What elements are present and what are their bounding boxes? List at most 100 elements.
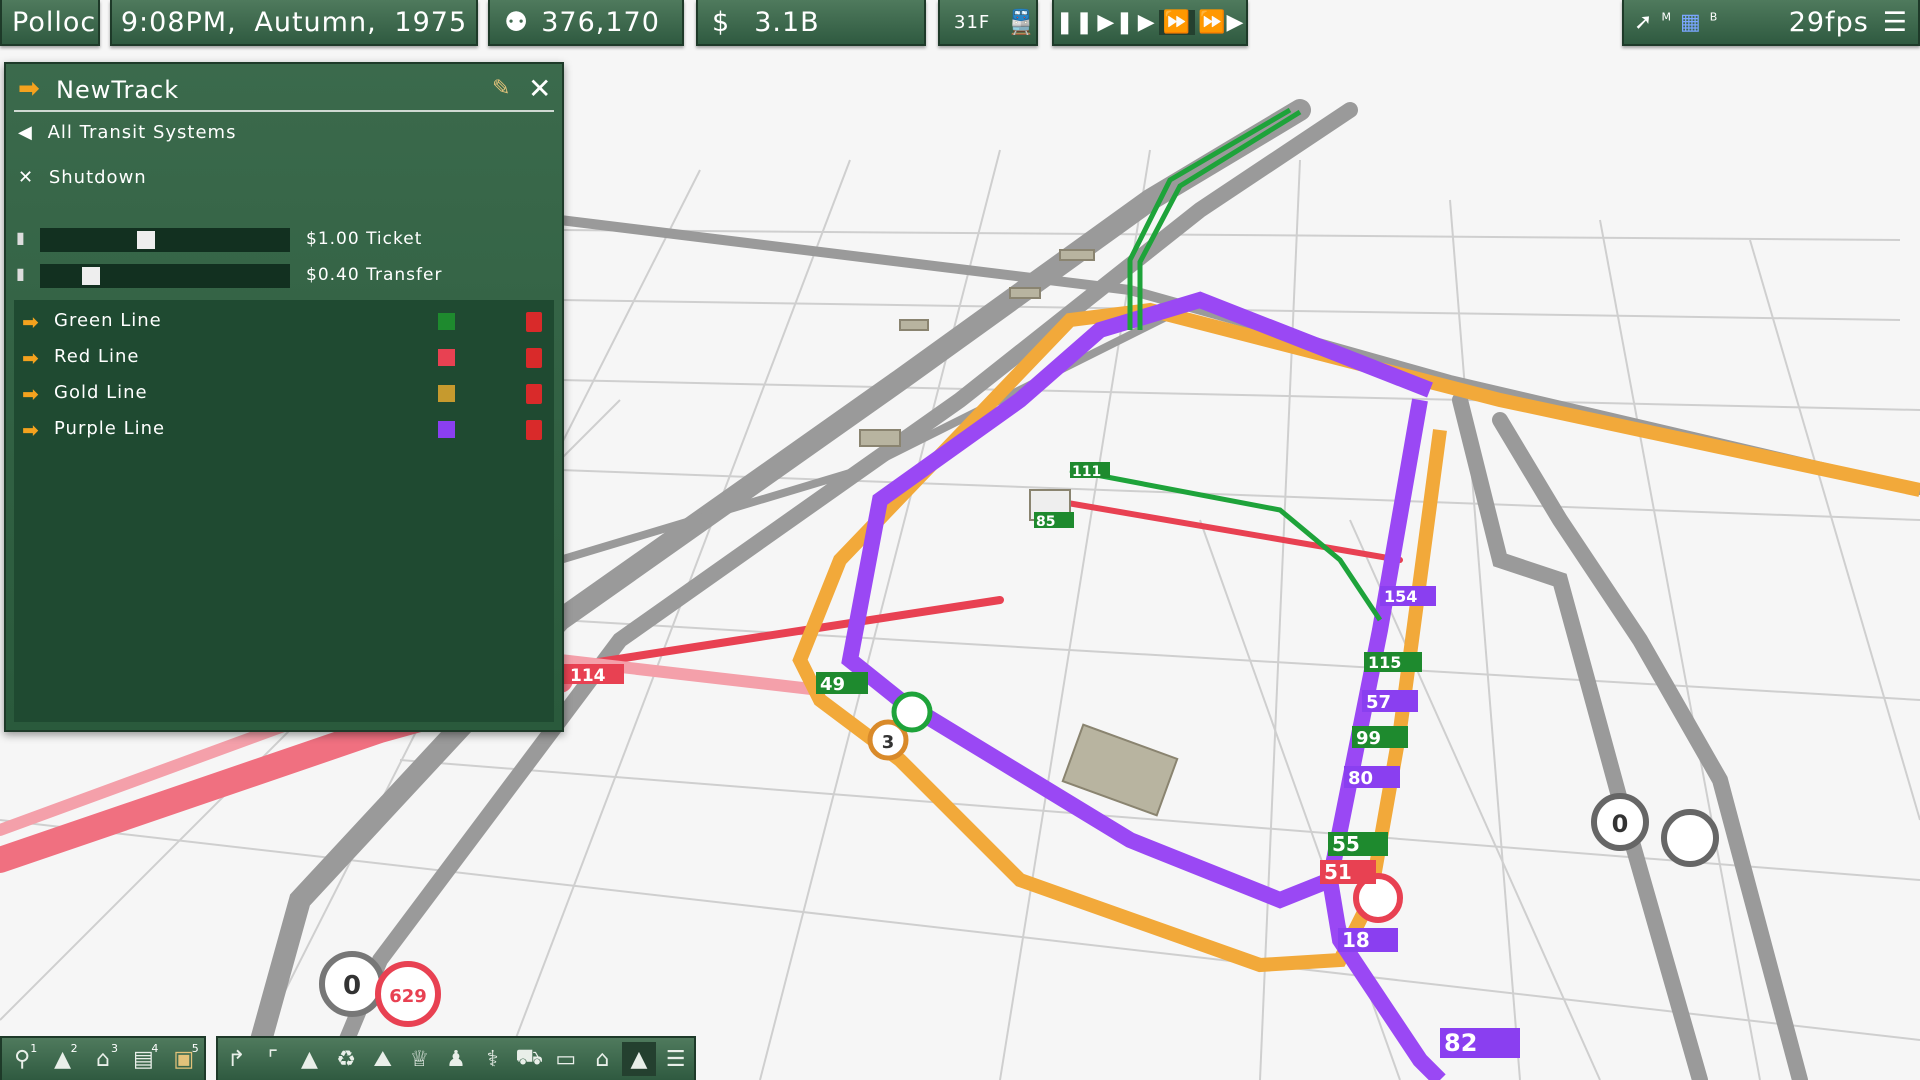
delete-line-icon[interactable]: [526, 420, 542, 440]
pin-icon: ➚: [1634, 9, 1654, 35]
delete-line-icon[interactable]: [526, 384, 542, 404]
svg-text:115: 115: [1368, 653, 1401, 672]
panel-header: ➡ NewTrack ✎ ✕: [14, 72, 554, 112]
road-build-icon[interactable]: ↱: [219, 1042, 253, 1076]
fps-counter: 29fps: [1788, 6, 1869, 38]
svg-text:55: 55: [1332, 832, 1360, 856]
transfer-price-slider[interactable]: [40, 264, 290, 288]
hotkey-2: 2: [70, 1042, 78, 1055]
svg-text:629: 629: [389, 986, 427, 1007]
monument-icon[interactable]: ♕: [402, 1042, 436, 1076]
line-color-swatch[interactable]: [438, 349, 455, 366]
svg-text:99: 99: [1356, 728, 1381, 749]
line-name: Purple Line: [54, 418, 166, 439]
budget-tool-icon[interactable]: ▣ 5: [167, 1042, 201, 1076]
transfer-slider-knob[interactable]: [81, 267, 100, 285]
speed-controls: ❚❚ ▶❚ ▶ ⏩ ⏩▶: [1052, 0, 1248, 46]
line-color-swatch[interactable]: [438, 385, 455, 402]
back-to-all-systems[interactable]: ◀ All Transit Systems: [18, 122, 236, 143]
svg-text:80: 80: [1348, 768, 1373, 789]
svg-text:18: 18: [1342, 928, 1370, 952]
residential-tool-icon[interactable]: ⌂ 3: [86, 1042, 120, 1076]
population-box[interactable]: ⚉ 376,170: [488, 0, 684, 46]
health-icon[interactable]: ⚕: [476, 1042, 510, 1076]
fast-button[interactable]: ⏩: [1158, 9, 1196, 35]
svg-text:85: 85: [1036, 514, 1055, 530]
svg-text:114: 114: [570, 666, 606, 686]
ticket-icon: ▮: [16, 228, 25, 247]
recycle-icon[interactable]: ♻: [329, 1042, 363, 1076]
hotkey-4: 4: [151, 1042, 159, 1055]
transit-icon[interactable]: ▭: [549, 1042, 583, 1076]
hat-icon[interactable]: ▲: [622, 1042, 656, 1076]
home-icon[interactable]: ⌂: [585, 1042, 619, 1076]
delete-line-icon[interactable]: [526, 312, 542, 332]
line-item-green[interactable]: ➡ Green Line: [22, 310, 542, 336]
government-tool-icon[interactable]: ▤ 4: [126, 1042, 160, 1076]
education-icon[interactable]: ▲: [293, 1042, 327, 1076]
hotkey-3: 3: [110, 1042, 118, 1055]
money-box[interactable]: $ 3.1B: [696, 0, 926, 46]
line-color-swatch[interactable]: [438, 313, 455, 330]
svg-text:0: 0: [1612, 810, 1629, 838]
newspaper-icon[interactable]: ☰: [659, 1042, 693, 1076]
ticket-slider-knob[interactable]: [137, 231, 156, 249]
line-arrow-icon: ➡: [22, 346, 40, 370]
line-name: Gold Line: [54, 382, 148, 403]
community-icon[interactable]: ♟: [439, 1042, 473, 1076]
pause-button[interactable]: ❚❚: [1056, 10, 1095, 35]
svg-text:82: 82: [1444, 1029, 1477, 1057]
step-button[interactable]: ▶❚: [1097, 10, 1134, 35]
bottom-build-toolbar: ↱ ⌜ ▲ ♻ ⛰ ♕ ♟ ⚕ ⛟ ▭ ⌂ ▲ ☰: [216, 1036, 696, 1080]
hotkey-5: 5: [191, 1042, 199, 1055]
gun-police-icon[interactable]: ⌜: [256, 1042, 290, 1076]
svg-text:49: 49: [820, 674, 845, 695]
bottom-left-toolbar: ⚲ 1 ▲ 2 ⌂ 3 ▤ 4 ▣ 5: [0, 1036, 206, 1080]
map-mode-badge-m: M: [1661, 10, 1672, 24]
map-mode-icons[interactable]: ➚ M ▦ B: [1634, 10, 1718, 35]
panel-title: NewTrack: [56, 76, 180, 104]
road-tool-icon[interactable]: ▲ 2: [46, 1042, 80, 1076]
city-name: Polloc: [12, 6, 97, 38]
date-time-box[interactable]: 9:08PM, Autumn, 1975: [110, 0, 478, 46]
svg-text:3: 3: [882, 732, 895, 753]
transit-system-panel: ➡ NewTrack ✎ ✕ ◀ All Transit Systems ✕ S…: [4, 62, 564, 732]
back-label: All Transit Systems: [47, 122, 237, 143]
park-icon[interactable]: ⛰: [366, 1042, 400, 1076]
transfer-icon: ▮: [16, 264, 25, 283]
svg-text:57: 57: [1366, 692, 1391, 713]
svg-text:111: 111: [1072, 464, 1101, 480]
fastest-button[interactable]: ⏩▶: [1198, 10, 1244, 35]
grid-icon: ▦: [1679, 9, 1702, 35]
line-color-swatch[interactable]: [438, 421, 455, 438]
train-icon: 🚆: [1006, 8, 1038, 36]
ticket-price-slider[interactable]: [40, 228, 290, 252]
dollar-icon: $: [712, 6, 731, 38]
city-name-box[interactable]: Polloc: [0, 0, 100, 46]
line-item-gold[interactable]: ➡ Gold Line: [22, 382, 542, 408]
floor-box[interactable]: 31F 🚆: [938, 0, 1038, 46]
season: Autumn,: [254, 6, 377, 38]
shutdown-button[interactable]: ✕ Shutdown: [18, 167, 147, 188]
clock-time: 9:08PM,: [120, 6, 237, 38]
back-arrow-icon: ◀: [18, 122, 33, 143]
menu-icon[interactable]: ☰: [1883, 7, 1908, 38]
line-arrow-icon: ➡: [22, 418, 40, 442]
hotkey-1: 1: [30, 1042, 38, 1055]
shutdown-label: Shutdown: [48, 167, 147, 188]
car-icon[interactable]: ⛟: [512, 1042, 546, 1076]
floor-label: 31F: [954, 11, 991, 33]
search-tool-icon[interactable]: ⚲ 1: [5, 1042, 39, 1076]
delete-line-icon[interactable]: [526, 348, 542, 368]
system-box: ➚ M ▦ B 29fps ☰: [1622, 0, 1920, 46]
line-name: Red Line: [54, 346, 140, 367]
line-item-purple[interactable]: ➡ Purple Line: [22, 418, 542, 444]
line-item-red[interactable]: ➡ Red Line: [22, 346, 542, 372]
year: 1975: [394, 6, 468, 38]
map-mode-badge-b: B: [1709, 10, 1719, 24]
play-button[interactable]: ▶: [1138, 10, 1156, 35]
svg-text:0: 0: [343, 971, 361, 1001]
transit-arrow-icon: ➡: [18, 74, 40, 104]
close-icon[interactable]: ✕: [528, 72, 551, 105]
rename-pencil-icon[interactable]: ✎: [492, 76, 510, 101]
